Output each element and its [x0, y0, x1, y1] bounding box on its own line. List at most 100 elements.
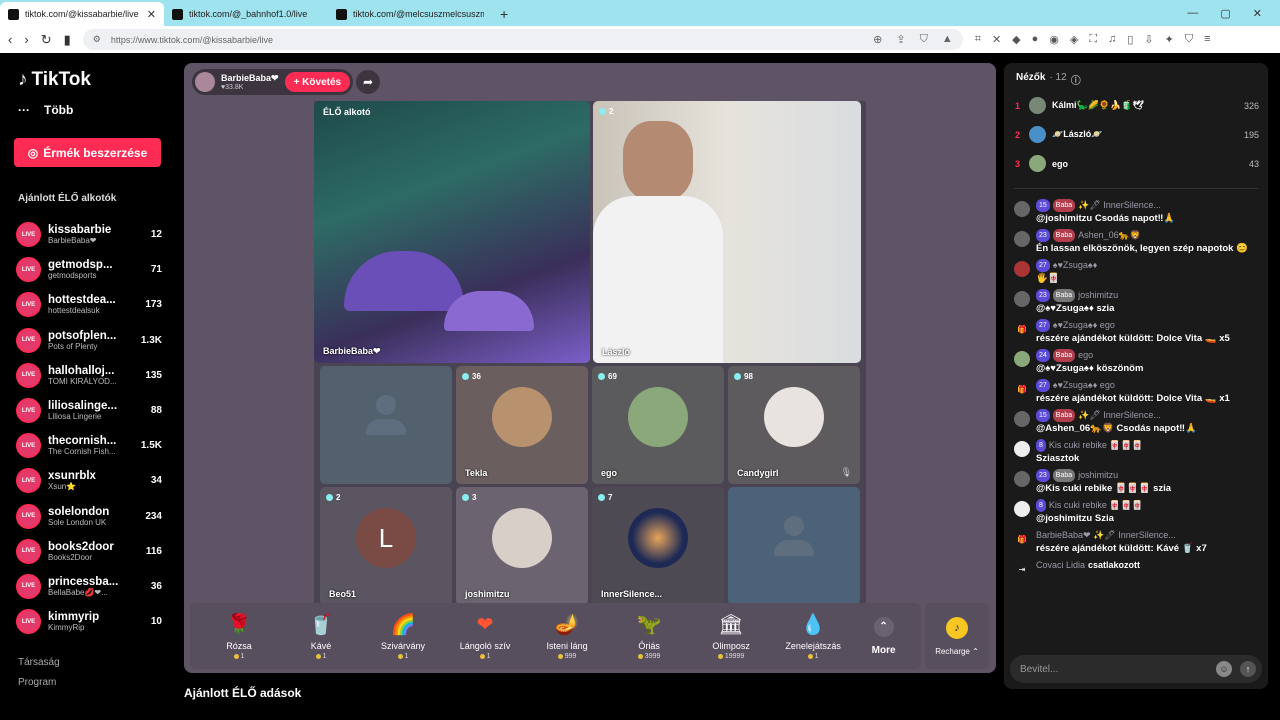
gift-item[interactable]: 💧 Zenelejátszás 1 [772, 613, 854, 660]
close-window-icon[interactable]: ✕ [1253, 7, 1262, 20]
extension-icon[interactable]: ◆ [1012, 33, 1020, 46]
gift-item[interactable]: 🥤 Kávé 1 [280, 613, 362, 660]
reload-icon[interactable]: ↻ [41, 32, 52, 48]
shield-icon[interactable]: ⛉ [920, 33, 928, 46]
extension-icon[interactable]: ✕ [992, 33, 1001, 46]
site-settings-icon[interactable]: ⚙ [93, 34, 101, 45]
tiktok-live-page: ♪ TikTok ··· Több ◎ Érmék beszerzése Ajánlo… [0, 53, 1280, 720]
extension-icon[interactable]: ⛶ [1089, 33, 1097, 46]
minimize-icon[interactable]: — [1187, 7, 1198, 20]
recommended-item[interactable]: LIVE potsofplen... Pots of Plenty 1.3K [16, 323, 162, 358]
forward-icon[interactable]: › [24, 32, 28, 47]
get-coins-button[interactable]: ◎ Érmék beszerzése [14, 138, 161, 167]
share-icon[interactable]: ➦ [356, 70, 380, 94]
emoji-icon[interactable]: ☺ [1216, 661, 1232, 677]
tiktok-note-icon: ♪ [18, 69, 28, 90]
gift-item[interactable]: 🌈 Szivárvány 1 [362, 613, 444, 660]
send-icon[interactable]: ↑ [1240, 661, 1256, 677]
url-field[interactable]: ⚙ https://www.tiktok.com/@kissabarbie/li… [82, 29, 963, 50]
top-viewer-row[interactable]: 1 Kálmi🦕🌽🌻🍌🧃🕊 326 [1015, 91, 1259, 120]
back-icon[interactable]: ‹ [8, 32, 12, 47]
recharge-button[interactable]: ♪ Recharge ⌃ [925, 603, 989, 669]
recommended-item[interactable]: LIVE liliosalinge... Liliosa Lingerie 88 [16, 393, 162, 428]
avatar[interactable] [1014, 501, 1030, 517]
translate-icon[interactable]: ⌗ [975, 33, 981, 46]
follow-button[interactable]: + Követés [284, 72, 351, 92]
guest-tile[interactable] [728, 487, 860, 605]
music-icon[interactable]: ♫ [1108, 33, 1116, 46]
viewer-count: 88 [150, 405, 162, 417]
avatar[interactable] [1014, 291, 1030, 307]
recommended-item[interactable]: LIVE kissabarbie BarbieBaba❤ 12 [16, 217, 162, 252]
sidebar-toggle-icon[interactable]: ▯ [1127, 33, 1133, 46]
gift-item[interactable]: 🪔 Isteni láng 999 [526, 613, 608, 660]
share-page-icon[interactable]: ⇪ [896, 33, 905, 46]
menu-icon[interactable]: ≡ [1204, 33, 1210, 46]
chat-input[interactable] [1020, 663, 1208, 675]
tiktok-logo[interactable]: ♪ TikTok [18, 69, 91, 91]
extension-icon[interactable]: ● [1032, 33, 1039, 46]
guest-tile[interactable]: 3 joshimitzu [456, 487, 588, 605]
recommended-item[interactable]: LIVE princessba... BellaBabe💋❤... 36 [16, 569, 162, 604]
new-tab-icon[interactable]: + [492, 6, 516, 26]
info-icon[interactable]: ⓘ [1071, 72, 1081, 87]
more-menu[interactable]: ··· Több [18, 103, 73, 117]
tiktok-favicon-icon [172, 8, 183, 20]
recommended-item[interactable]: LIVE xsunrblx Xsun⭐ 34 [16, 463, 162, 498]
bookmark-icon[interactable]: ▮ [64, 32, 71, 48]
recommended-item[interactable]: LIVE hallohalloj... TOMI KIRÁLYOD... 135 [16, 358, 162, 393]
avatar[interactable] [1014, 471, 1030, 487]
recommended-item[interactable]: LIVE getmodsp... getmodsports 71 [16, 252, 162, 287]
gift-item[interactable]: 🏛 Olimposz 19999 [690, 613, 772, 660]
recommended-item[interactable]: LIVE hottestdea... hottestdealsuk 173 [16, 287, 162, 322]
viewers-header[interactable]: Nézők · 12 ⓘ [1016, 72, 1081, 87]
close-tab-icon[interactable]: ✕ [147, 8, 156, 21]
avatar[interactable] [1014, 441, 1030, 457]
rewards-icon[interactable]: ▲ [942, 33, 953, 46]
guest-tile[interactable]: 69 ego [592, 366, 724, 484]
avatar[interactable] [1014, 231, 1030, 247]
guest-tile[interactable] [320, 366, 452, 484]
recommended-item[interactable]: LIVE thecornish... The Cornish Fish... 1.5K [16, 428, 162, 463]
vpn-icon[interactable]: ⛉ [1185, 33, 1193, 46]
maximize-icon[interactable]: ▢ [1220, 7, 1230, 20]
avatar[interactable] [1014, 351, 1030, 367]
chevron-up-icon: ⌃ [873, 616, 894, 637]
avatar[interactable] [195, 72, 215, 92]
avatar: LIVE [16, 433, 41, 459]
footer-link-company[interactable]: Társaság [18, 657, 60, 668]
browser-tab-3[interactable]: tiktok.com/@melcsuszmelcsuszmelcs [328, 2, 492, 26]
guest-tile[interactable]: 36 Tekla [456, 366, 588, 484]
host-name[interactable]: BarbieBaba❤ [221, 73, 279, 84]
viewer-count: 234 [145, 510, 162, 522]
ai-icon[interactable]: ✦ [1165, 33, 1174, 46]
gift-bar: 🌹 Rózsa 1 🥤 Kávé 1 🌈 Szivárvány 1 ❤ Lángoló szí… [190, 603, 921, 669]
gift-item[interactable]: 🌹 Rózsa 1 [198, 613, 280, 660]
rainbow-icon: 🌈 [390, 613, 416, 636]
host-info: BarbieBaba❤ ♥33.8K + Követés [192, 69, 354, 95]
extension-icon[interactable]: ◉ [1049, 33, 1059, 46]
avatar[interactable] [1014, 261, 1030, 277]
guest-tile[interactable]: 98 Candygirl 🎙 [728, 366, 860, 484]
gift-item[interactable]: ❤ Lángoló szív 1 [444, 613, 526, 660]
download-icon[interactable]: ⇩ [1144, 33, 1153, 46]
top-viewer-row[interactable]: 3 ego 43 [1015, 149, 1259, 178]
avatar: LIVE [16, 468, 41, 494]
top-viewer-row[interactable]: 2 🪐László🪐 195 [1015, 120, 1259, 149]
more-gifts-button[interactable]: ⌃ More [854, 616, 913, 656]
host-video-tile[interactable]: ÉLŐ alkotó BarbieBaba❤ [314, 101, 590, 363]
gift-item[interactable]: 🦖 Óriás 3999 [608, 613, 690, 660]
guest-tile[interactable]: 7 InnerSilence... [592, 487, 724, 605]
recommended-item[interactable]: LIVE kimmyrip KimmyRip 10 [16, 604, 162, 639]
guest-video-tile[interactable]: 2 László [593, 101, 861, 363]
avatar[interactable] [1014, 201, 1030, 217]
guest-tile[interactable]: L 2 Beo51 [320, 487, 452, 605]
browser-tab-2[interactable]: tiktok.com/@_bahnhof1.0/live [164, 2, 328, 26]
footer-link-program[interactable]: Program [18, 677, 56, 688]
browser-tab-1[interactable]: tiktok.com/@kissabarbie/live ✕ [0, 2, 164, 26]
recommended-item[interactable]: LIVE books2door Books2Door 116 [16, 534, 162, 569]
recommended-item[interactable]: LIVE solelondon Sole London UK 234 [16, 499, 162, 534]
extension-icon[interactable]: ◈ [1070, 33, 1078, 46]
avatar[interactable] [1014, 411, 1030, 427]
zoom-icon[interactable]: ⊕ [873, 33, 882, 46]
